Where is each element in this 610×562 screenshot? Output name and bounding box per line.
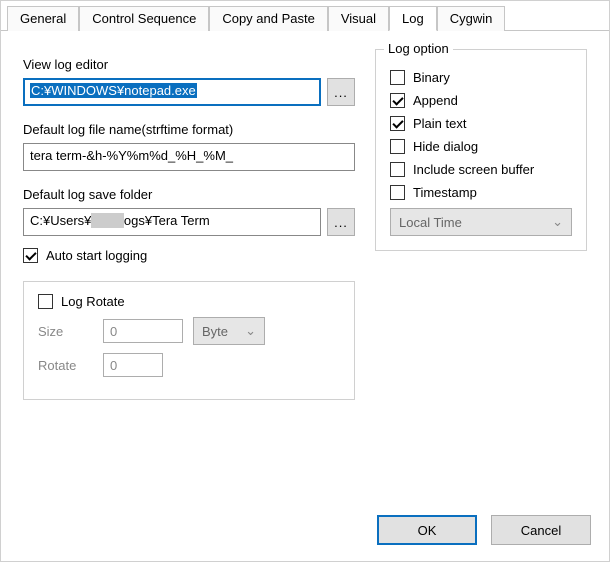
timestamp-type-select[interactable]: Local Time ⌄	[390, 208, 572, 236]
size-input[interactable]: 0	[103, 319, 183, 343]
default-log-file-label: Default log file name(strftime format)	[23, 122, 355, 137]
view-log-editor-browse-button[interactable]: ...	[327, 78, 355, 106]
option-label: Plain text	[413, 116, 466, 131]
checkbox-icon	[390, 70, 405, 85]
size-unit-value: Byte	[202, 324, 228, 339]
dialog-buttons: OK Cancel	[377, 515, 591, 545]
folder-post: ogs¥Tera Term	[124, 213, 210, 228]
chevron-down-icon: ⌄	[245, 323, 256, 339]
option-timestamp[interactable]: Timestamp	[390, 185, 572, 200]
log-rotate-group: Log Rotate Size 0 Byte ⌄ Rotate 0	[23, 281, 355, 400]
option-plain-text[interactable]: Plain text	[390, 116, 572, 131]
checkbox-icon	[23, 248, 38, 263]
option-include-screen-buffer[interactable]: Include screen buffer	[390, 162, 572, 177]
log-option-legend: Log option	[384, 41, 453, 56]
folder-redacted: xxxxx	[91, 213, 124, 228]
checkbox-icon	[390, 139, 405, 154]
tab-log[interactable]: Log	[389, 6, 437, 31]
view-log-editor-value: C:¥WINDOWS¥notepad.exe	[30, 83, 197, 98]
option-hide-dialog[interactable]: Hide dialog	[390, 139, 572, 154]
settings-dialog: General Control Sequence Copy and Paste …	[0, 0, 610, 562]
left-column: View log editor C:¥WINDOWS¥notepad.exe .…	[23, 49, 355, 400]
option-binary[interactable]: Binary	[390, 70, 572, 85]
default-log-save-folder-input[interactable]: C:¥Users¥xxxxxogs¥Tera Term	[23, 208, 321, 236]
option-label: Binary	[413, 70, 450, 85]
chevron-down-icon: ⌄	[552, 214, 563, 230]
default-log-save-folder-browse-button[interactable]: ...	[327, 208, 355, 236]
checkbox-icon	[38, 294, 53, 309]
log-pane: View log editor C:¥WINDOWS¥notepad.exe .…	[1, 31, 609, 418]
auto-start-logging-label: Auto start logging	[46, 248, 147, 263]
auto-start-logging-checkbox[interactable]: Auto start logging	[23, 248, 355, 263]
size-unit-select[interactable]: Byte ⌄	[193, 317, 265, 345]
option-label: Include screen buffer	[413, 162, 534, 177]
rotate-input[interactable]: 0	[103, 353, 163, 377]
checkbox-icon	[390, 93, 405, 108]
default-log-file-input[interactable]: tera term-&h-%Y%m%d_%H_%M_	[23, 143, 355, 171]
rotate-label: Rotate	[38, 358, 93, 373]
view-log-editor-input[interactable]: C:¥WINDOWS¥notepad.exe	[23, 78, 321, 106]
cancel-button[interactable]: Cancel	[491, 515, 591, 545]
tab-visual[interactable]: Visual	[328, 6, 389, 31]
option-label: Hide dialog	[413, 139, 478, 154]
checkbox-icon	[390, 185, 405, 200]
folder-pre: C:¥Users¥	[30, 213, 91, 228]
tab-cygwin[interactable]: Cygwin	[437, 6, 506, 31]
option-label: Append	[413, 93, 458, 108]
ok-button[interactable]: OK	[377, 515, 477, 545]
view-log-editor-label: View log editor	[23, 57, 355, 72]
tab-general[interactable]: General	[7, 6, 79, 31]
tab-control-sequence[interactable]: Control Sequence	[79, 6, 209, 31]
log-option-group: Log option Binary Append Plain text Hide…	[375, 49, 587, 251]
size-label: Size	[38, 324, 93, 339]
log-rotate-checkbox[interactable]: Log Rotate	[38, 294, 340, 309]
log-rotate-label: Log Rotate	[61, 294, 125, 309]
tab-copy-paste[interactable]: Copy and Paste	[209, 6, 328, 31]
tab-bar: General Control Sequence Copy and Paste …	[1, 1, 609, 31]
checkbox-icon	[390, 116, 405, 131]
checkbox-icon	[390, 162, 405, 177]
timestamp-type-value: Local Time	[399, 215, 462, 230]
option-label: Timestamp	[413, 185, 477, 200]
default-log-save-folder-label: Default log save folder	[23, 187, 355, 202]
right-column: Log option Binary Append Plain text Hide…	[375, 49, 587, 400]
option-append[interactable]: Append	[390, 93, 572, 108]
